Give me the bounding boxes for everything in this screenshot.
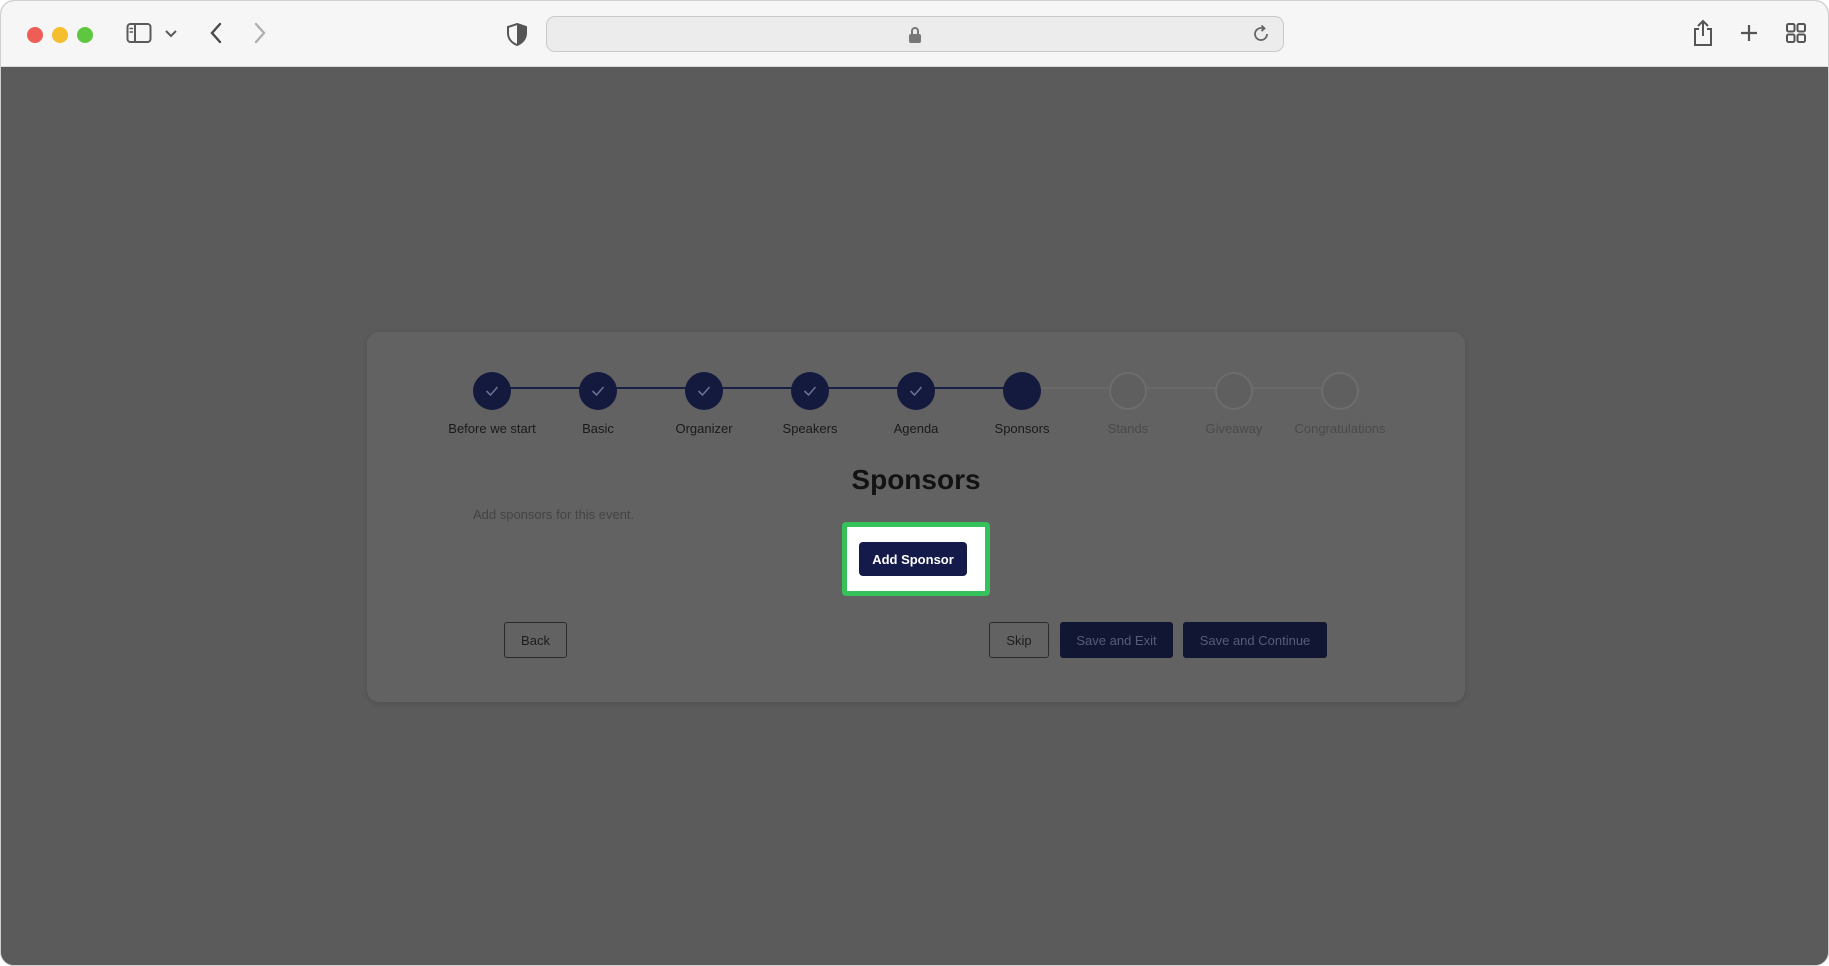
back-arrow-icon[interactable] (205, 21, 227, 45)
check-icon (897, 372, 935, 410)
lock-icon (908, 26, 924, 44)
current-step-indicator (1003, 372, 1041, 410)
browser-window: Before we start Basic Organizer Speakers… (0, 0, 1829, 966)
minimize-window-button[interactable] (52, 27, 68, 43)
step-congratulations[interactable]: Congratulations (1270, 372, 1410, 436)
close-window-button[interactable] (27, 27, 43, 43)
pending-step-indicator (1321, 372, 1359, 410)
share-icon[interactable] (1691, 19, 1715, 47)
check-icon (579, 372, 617, 410)
save-and-exit-button[interactable]: Save and Exit (1060, 622, 1173, 658)
back-button[interactable]: Back (504, 622, 567, 658)
tab-overview-icon[interactable] (1784, 21, 1808, 45)
pending-step-indicator (1215, 372, 1253, 410)
shield-icon[interactable] (504, 21, 530, 47)
page-subtitle: Add sponsors for this event. (473, 507, 635, 522)
page-content: Before we start Basic Organizer Speakers… (1, 67, 1828, 965)
page-title: Sponsors (851, 464, 981, 495)
check-icon (473, 372, 511, 410)
check-icon (685, 372, 723, 410)
address-bar[interactable] (546, 16, 1284, 52)
zoom-window-button[interactable] (77, 27, 93, 43)
sidebar-icon[interactable] (126, 22, 152, 44)
skip-button[interactable]: Skip (989, 622, 1049, 658)
step-label: Congratulations (1294, 421, 1386, 436)
forward-arrow-icon[interactable] (249, 21, 271, 45)
pending-step-indicator (1109, 372, 1147, 410)
add-sponsor-highlight: Add Sponsor (842, 522, 990, 596)
browser-toolbar (1, 1, 1828, 67)
chevron-down-icon[interactable] (163, 26, 179, 42)
progress-stepper: Before we start Basic Organizer Speakers… (367, 372, 1465, 452)
plus-icon[interactable] (1737, 21, 1761, 45)
save-and-continue-button[interactable]: Save and Continue (1183, 622, 1327, 658)
wizard-card: Before we start Basic Organizer Speakers… (367, 332, 1465, 702)
check-icon (791, 372, 829, 410)
reload-icon[interactable] (1251, 24, 1271, 44)
add-sponsor-button[interactable]: Add Sponsor (859, 542, 967, 576)
